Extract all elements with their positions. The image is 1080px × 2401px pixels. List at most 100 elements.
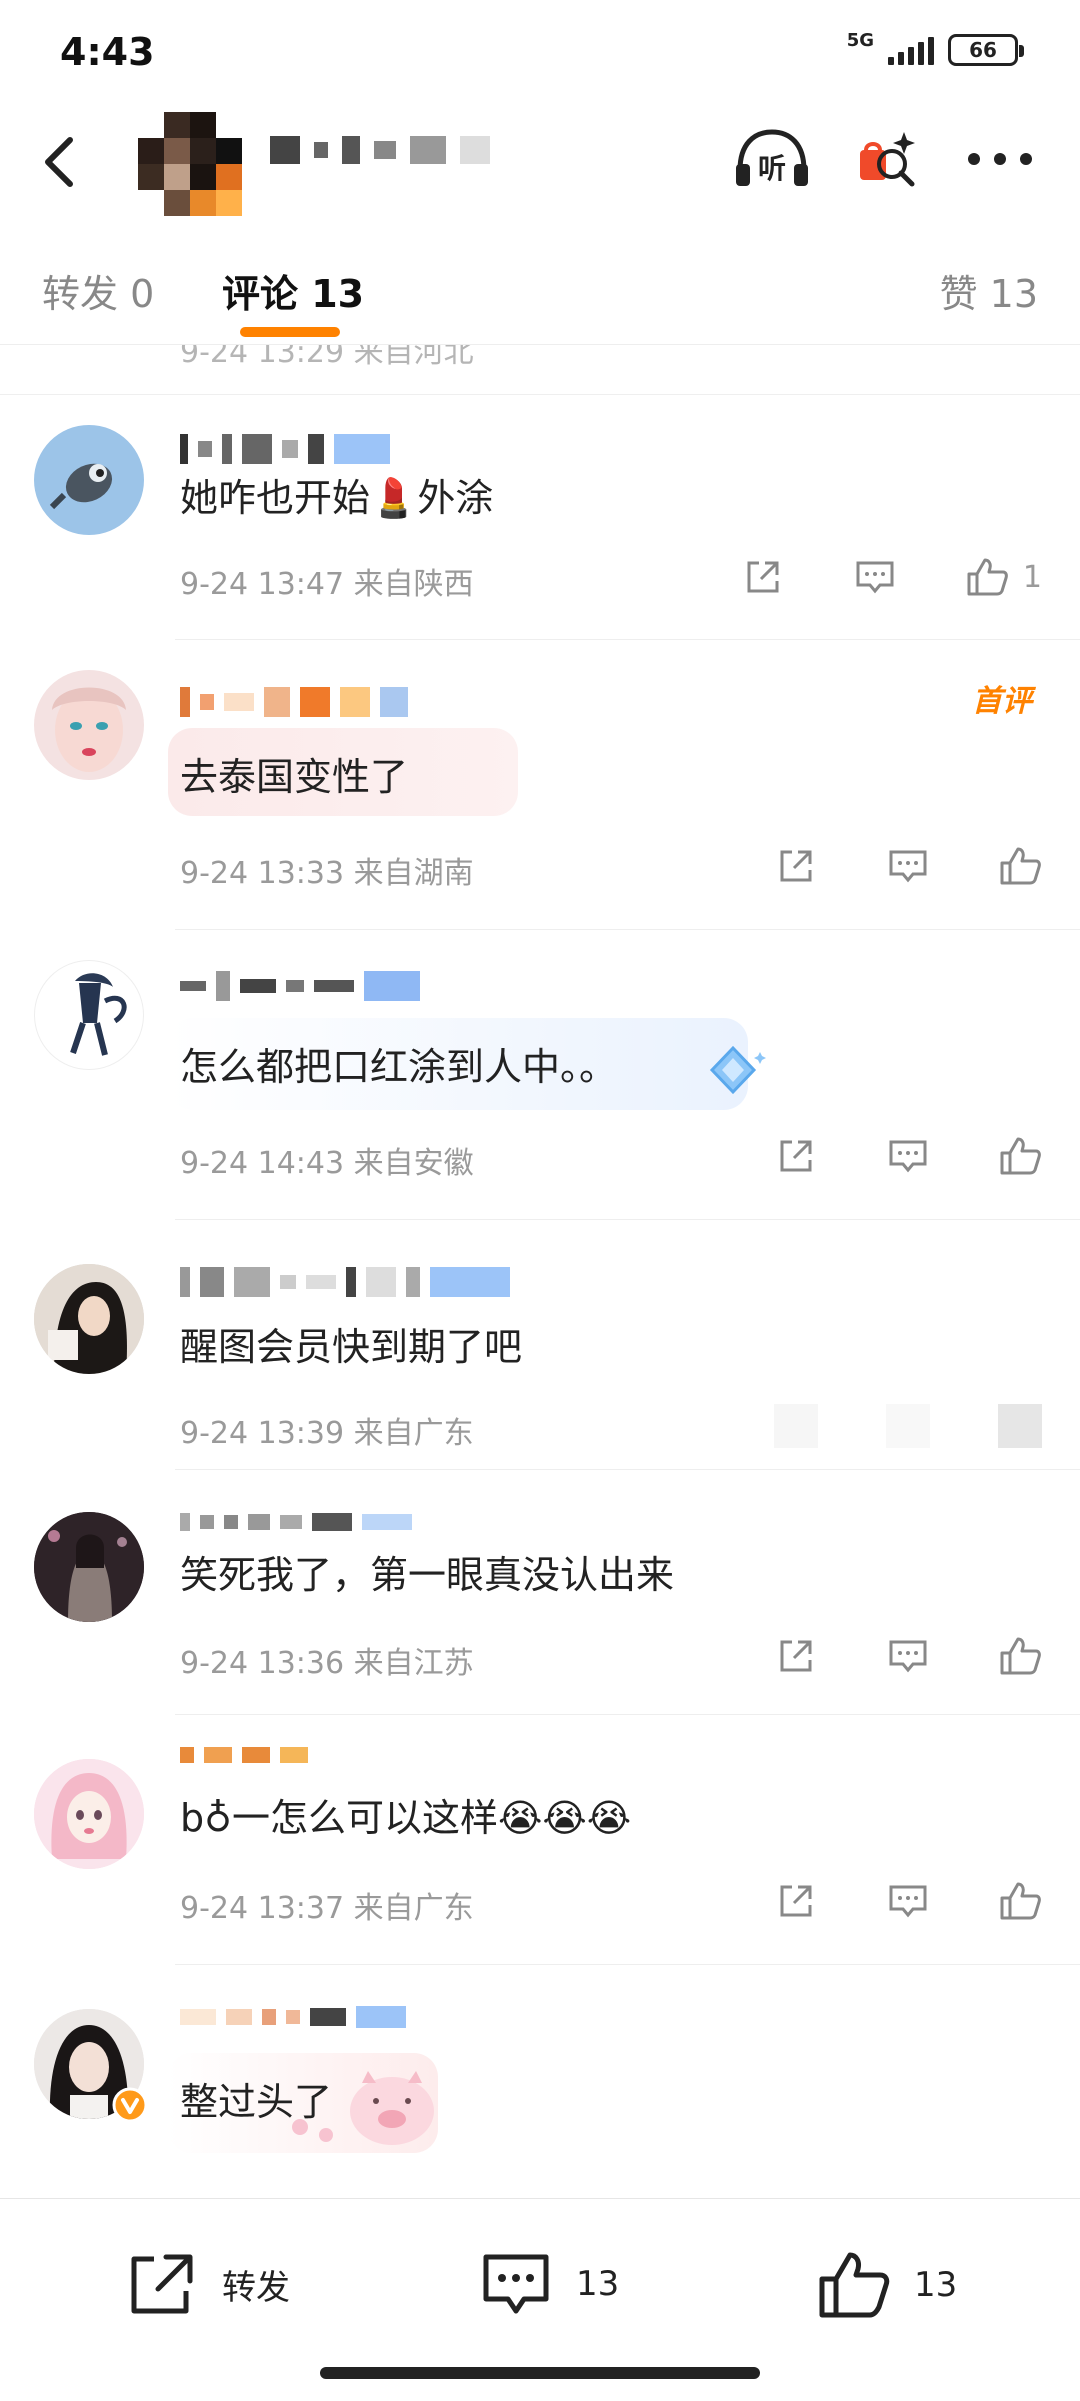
thumbs-up-icon [1000,1882,1041,1920]
like-button[interactable] [998,1134,1042,1178]
share-button[interactable] [774,1879,818,1923]
comment-meta: 9-24 13:47 来自陕西 [180,559,474,603]
like-button[interactable] [998,1404,1042,1448]
reply-button[interactable] [886,1404,930,1448]
share-button[interactable] [774,1134,818,1178]
username-blurred[interactable] [180,1266,510,1298]
author-avatar[interactable] [138,112,242,216]
back-button[interactable] [30,126,90,196]
tab-like[interactable]: 赞 13 [940,263,1038,318]
active-tab-indicator [240,327,340,337]
thumbs-up-icon [1000,1637,1041,1675]
nav-header: 听 [0,100,1080,225]
comment-text: 去泰国变性了 [180,755,409,799]
avatar[interactable] [34,425,144,535]
reply-button[interactable] [886,1134,930,1178]
avatar[interactable] [34,670,144,780]
comment-text: 怎么都把口红涂到人中。。 [180,1045,618,1089]
comment-item: 笑死我了，第一眼真没认出来 9-24 13:36 来自江苏 [0,1470,1080,1715]
ai-search-button[interactable] [850,122,920,196]
night-portrait-avatar-image [34,1512,144,1622]
like-button[interactable]: 1 [965,556,1042,598]
share-button[interactable] [774,1634,818,1678]
like-button[interactable] [998,844,1042,888]
avatar[interactable] [34,1512,144,1622]
username-blurred[interactable] [180,970,420,1002]
tab-forward[interactable]: 转发 0 [42,263,154,318]
username-blurred[interactable] [180,686,408,718]
network-label: 5G [846,29,874,51]
tab-bar: 转发 0 评论 13 赞 13 [0,225,1080,345]
comment-meta: 9-24 14:43 来自安徽 [180,1138,474,1182]
comment-text: 她咋也开始💄外涂 [180,476,494,520]
comment-actions: 1 [741,555,1042,599]
listen-button[interactable]: 听 [730,122,814,196]
more-button[interactable] [960,122,1040,196]
share-button[interactable] [774,844,818,888]
share-button[interactable] [741,555,785,599]
tab-comment[interactable]: 评论 13 [222,263,364,318]
reply-button[interactable] [886,1634,930,1678]
comment-time: 9-24 14:43 [180,1146,345,1181]
comment-meta: 9-24 13:29 来自河北 [180,345,474,370]
chevron-left-icon [45,137,73,187]
avatar[interactable] [34,960,144,1070]
username-blurred[interactable] [180,1506,412,1538]
comment-icon [889,1140,927,1173]
comment-actions [774,844,1042,888]
comment-time: 9-24 13:37 [180,1891,345,1926]
signal-icon [888,35,934,65]
author-name-blurred[interactable] [270,136,490,164]
avatar[interactable] [34,1264,144,1374]
comment-item: 她咋也开始💄外涂 9-24 13:47 来自陕西 1 [0,395,1080,640]
comment-time: 9-24 13:47 [180,567,345,602]
comment-count: 13 [576,2264,620,2304]
battery-level: 66 [969,38,997,62]
like-button[interactable]: 13 [816,2249,957,2321]
comment-meta: 9-24 13:36 来自江苏 [180,1638,474,1682]
comment-actions [774,1634,1042,1678]
comment-text: 笑死我了，第一眼真没认出来 [180,1553,675,1597]
thumbs-up-icon [1000,847,1041,885]
comment-time: 9-24 13:33 [180,856,345,891]
comment-button[interactable]: 13 [478,2249,619,2319]
comment-item: b♁一怎么可以这样😭😭😭 9-24 13:37 来自广东 [0,1715,1080,1965]
comment-time: 9-24 13:39 [180,1416,345,1451]
share-icon [780,1640,812,1672]
diamond-decoration-icon [709,1045,766,1095]
selfie-avatar-image [34,1264,144,1374]
home-indicator[interactable] [320,2367,760,2379]
verified-badge-icon [112,2087,148,2123]
username-blurred[interactable] [180,2001,406,2033]
comment-icon [889,1885,927,1918]
avatar[interactable] [34,1759,144,1869]
comment-location: 来自江苏 [353,1646,474,1681]
share-button[interactable] [774,1404,818,1448]
share-icon [780,850,812,882]
more-dots-icon [968,153,1032,165]
share-icon [131,2254,193,2314]
like-count: 13 [914,2265,958,2305]
username-blurred[interactable] [180,1739,308,1771]
comment-location: 来自湖南 [353,856,474,891]
username-blurred[interactable] [180,433,390,465]
avatar[interactable] [34,2009,148,2123]
repost-button[interactable]: 转发 [124,2249,290,2319]
comment-text: 醒图会员快到期了吧 [180,1325,523,1369]
repost-label: 转发 [222,2267,290,2308]
comment-item: 首评 去泰国变性了 9-24 13:33 来自湖南 [0,640,1080,930]
comment-location: 来自安徽 [353,1146,474,1181]
partial-comment-row: 9-24 13:29 来自河北 [0,345,1080,395]
comment-text: 整过头了 [180,2080,333,2124]
reply-button[interactable] [886,1879,930,1923]
reply-button[interactable] [853,555,897,599]
comment-actions [774,1134,1042,1178]
comment-item: 怎么都把口红涂到人中。。 9-24 14:43 来自安徽 [0,930,1080,1220]
like-button[interactable] [998,1634,1042,1678]
reply-button[interactable] [886,844,930,888]
comment-location: 来自广东 [353,1891,474,1926]
share-icon [780,1140,812,1172]
like-button[interactable] [998,1879,1042,1923]
comment-meta: 9-24 13:37 来自广东 [180,1883,474,1927]
comment-actions [774,1879,1042,1923]
